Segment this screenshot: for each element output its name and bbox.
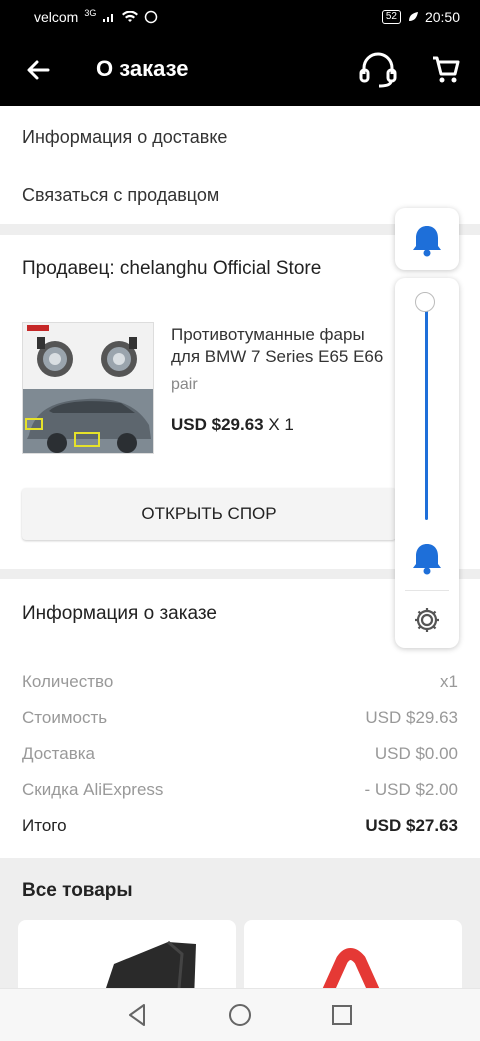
system-nav-bar	[0, 988, 480, 1041]
wifi-icon	[122, 11, 139, 22]
volume-slider-panel	[395, 278, 459, 648]
status-left: velcom 3G	[34, 8, 158, 25]
product-price-line: USD $29.63 X 1	[171, 415, 294, 435]
info-row-total: Итого USD $27.63	[22, 816, 458, 838]
info-value: USD $27.63	[365, 816, 458, 835]
all-goods-section: Все товары	[0, 858, 480, 1000]
info-label: Итого	[22, 816, 67, 835]
product-title[interactable]: Противотуманные фары для BMW 7 Series E6…	[171, 324, 397, 368]
info-label: Количество	[22, 672, 114, 691]
nav-recents-icon[interactable]	[328, 1001, 356, 1029]
ringer-button[interactable]	[395, 208, 459, 270]
all-goods-title: Все товары	[22, 880, 133, 901]
info-row-shipping: Доставка USD $0.00	[22, 744, 458, 766]
info-value: USD $0.00	[374, 744, 458, 763]
product-variant: pair	[171, 376, 198, 393]
status-right: 52 20:50	[381, 9, 460, 25]
shopping-cart-icon[interactable]	[430, 54, 462, 86]
nav-back-icon[interactable]	[124, 1001, 152, 1029]
info-row-discount: Скидка AliExpress - USD $2.00	[22, 780, 458, 802]
order-info-title: Информация о заказе	[22, 603, 217, 624]
product-image[interactable]	[22, 322, 154, 454]
seller-name[interactable]: Продавец: chelanghu Official Store	[22, 258, 321, 280]
fog-lights-image	[23, 323, 153, 453]
gear-icon[interactable]	[395, 598, 459, 642]
viber-icon	[145, 10, 158, 24]
carrier-name: velcom	[34, 9, 79, 25]
nav-home-icon[interactable]	[226, 1001, 254, 1029]
battery-indicator: 52	[381, 10, 401, 24]
delivery-info-label: Информация о доставке	[22, 127, 228, 147]
bell-icon	[413, 226, 441, 257]
page-title: О заказе	[96, 56, 189, 81]
leaf-icon	[408, 12, 418, 21]
contact-seller-label: Связаться с продавцом	[22, 185, 220, 205]
signal-icon	[103, 14, 114, 22]
info-label: Скидка AliExpress	[22, 780, 164, 799]
info-value: USD $29.63	[365, 708, 458, 727]
arrow-left-icon[interactable]	[22, 54, 54, 86]
info-value: x1	[440, 672, 458, 691]
headset-icon[interactable]	[358, 52, 398, 88]
info-label: Стоимость	[22, 708, 108, 727]
app-bar: О заказе	[0, 34, 480, 106]
network-type: 3G	[84, 8, 97, 18]
delivery-info-link[interactable]: Информация о доставке	[0, 108, 480, 167]
volume-thumb[interactable]	[415, 292, 435, 312]
open-dispute-button[interactable]: ОТКРЫТЬ СПОР	[22, 488, 396, 540]
info-row-quantity: Количество x1	[22, 672, 458, 694]
volume-track[interactable]	[425, 302, 428, 520]
product-quantity: X 1	[268, 415, 294, 434]
clock: 20:50	[424, 9, 460, 25]
info-row-cost: Стоимость USD $29.63	[22, 708, 458, 730]
divider	[405, 590, 449, 591]
status-bar: velcom 3G 52 20:50	[0, 0, 480, 34]
info-label: Доставка	[22, 744, 96, 763]
bell-icon[interactable]	[395, 534, 459, 586]
info-value: - USD $2.00	[364, 780, 458, 799]
product-price: USD $29.63	[171, 415, 264, 434]
